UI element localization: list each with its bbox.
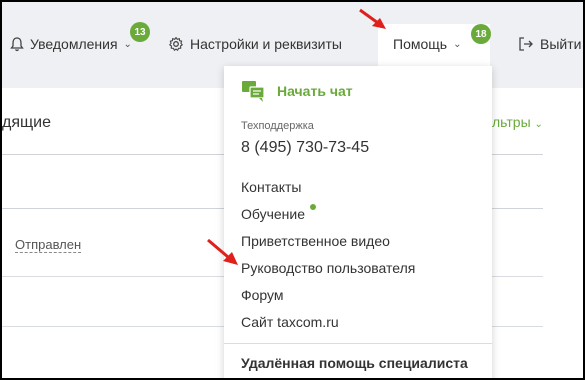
help-label: Помощь	[393, 36, 448, 52]
notifications-menu[interactable]: Уведомления ⌄	[10, 32, 132, 56]
notifications-label: Уведомления	[30, 36, 118, 52]
chevron-down-icon: ⌄	[123, 38, 132, 50]
status-link[interactable]: Отправлен	[15, 237, 82, 253]
app-frame: Уведомления ⌄ 13 Настройки и реквизиты П…	[0, 0, 585, 380]
chat-icon	[241, 80, 265, 102]
menu-item-user-guide[interactable]: Руководство пользователя	[241, 260, 415, 276]
support-phone[interactable]: 8 (495) 730-73-45	[241, 139, 369, 157]
help-dropdown-menu: Начать чат Техподдержка 8 (495) 730-73-4…	[224, 66, 492, 378]
logout-icon	[518, 36, 534, 52]
chevron-down-icon: ⌄	[534, 119, 543, 130]
notifications-badge: 13	[130, 22, 150, 42]
menu-item-website[interactable]: Сайт taxcom.ru	[241, 314, 339, 330]
red-arrow-icon	[359, 8, 386, 29]
menu-item-contacts[interactable]: Контакты	[241, 179, 301, 195]
red-arrow-icon	[207, 238, 238, 265]
logout-label: Выйти	[540, 36, 582, 52]
filters-button[interactable]: льтры ⌄	[492, 114, 543, 130]
menu-item-welcome-video[interactable]: Приветственное видео	[241, 233, 390, 249]
gear-icon	[168, 36, 184, 52]
settings-label: Настройки и реквизиты	[190, 36, 342, 52]
settings-menu[interactable]: Настройки и реквизиты	[168, 32, 342, 56]
new-indicator-dot	[310, 204, 316, 210]
start-chat-button[interactable]: Начать чат	[241, 80, 353, 102]
start-chat-label: Начать чат	[277, 83, 353, 99]
help-menu[interactable]: Помощь ⌄	[393, 32, 461, 56]
logout-button[interactable]: Выйти	[518, 32, 581, 56]
remote-help-button[interactable]: Удалённая помощь специалиста	[241, 355, 468, 371]
support-heading: Техподдержка	[241, 120, 314, 132]
menu-item-training[interactable]: Обучение	[241, 206, 305, 222]
menu-item-training-label: Обучение	[241, 206, 306, 222]
filters-label: льтры	[492, 114, 531, 130]
chevron-down-icon: ⌄	[453, 38, 462, 50]
menu-item-forum[interactable]: Форум	[241, 287, 284, 303]
tab-label-partial[interactable]: дящие	[2, 114, 51, 132]
menu-divider	[224, 343, 492, 344]
bell-icon	[10, 36, 24, 52]
help-badge: 18	[471, 24, 491, 44]
